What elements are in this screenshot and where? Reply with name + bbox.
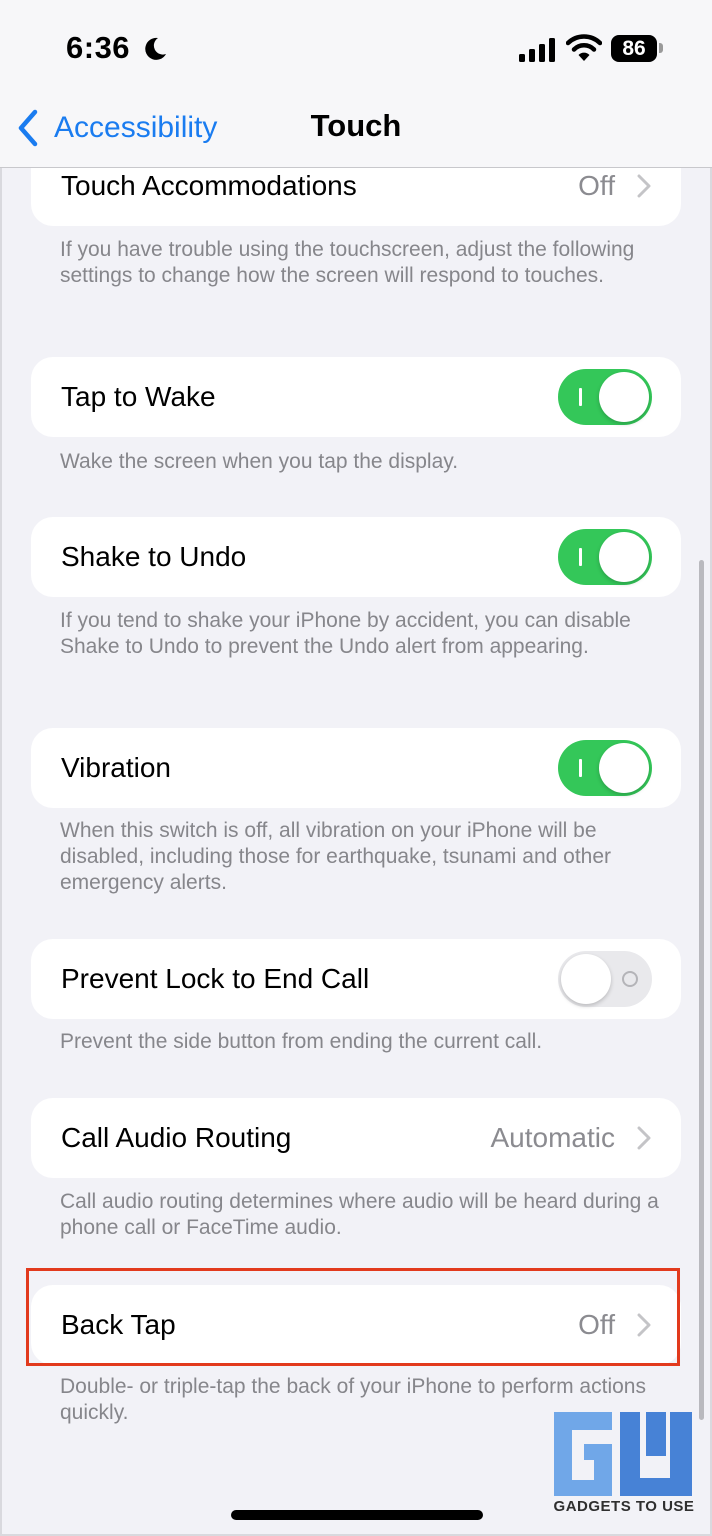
watermark-text: GADGETS TO USE — [553, 1498, 695, 1515]
row-label: Touch Accommodations — [61, 170, 357, 201]
page-title: Touch — [310, 108, 402, 143]
shake-to-undo-toggle[interactable] — [558, 529, 652, 585]
vibration-footer: When this switch is off, all vibration o… — [60, 819, 612, 894]
battery-tip — [659, 43, 663, 53]
cellular-signal-icon — [519, 38, 555, 62]
prevent-lock-footer: Prevent the side button from ending the … — [60, 1030, 543, 1053]
touch-accommodations-footer: If you have trouble using the touchscree… — [60, 238, 635, 287]
chevron-right-icon — [637, 174, 651, 198]
tap-to-wake-footer: Wake the screen when you tap the display… — [60, 450, 459, 473]
highlight-box — [26, 1268, 680, 1366]
battery-icon: 86 — [611, 35, 657, 62]
navigation-header: 6:36 86 Accessibility Touch — [0, 0, 712, 168]
wifi-icon — [566, 34, 602, 61]
shake-to-undo-row: Shake to Undo — [31, 517, 681, 597]
prevent-lock-row: Prevent Lock to End Call — [31, 939, 681, 1019]
vibration-toggle[interactable] — [558, 740, 652, 796]
row-label: Call Audio Routing — [61, 1122, 292, 1153]
tap-to-wake-toggle[interactable] — [558, 369, 652, 425]
chevron-right-icon — [637, 1126, 651, 1150]
scrollbar[interactable] — [699, 560, 704, 1420]
row-value: Off — [578, 170, 615, 201]
shake-to-undo-footer: If you tend to shake your iPhone by acci… — [60, 609, 631, 658]
moon-icon — [145, 37, 166, 60]
prevent-lock-toggle[interactable] — [558, 951, 652, 1007]
call-audio-routing-row[interactable]: Call Audio Routing Automatic — [31, 1098, 681, 1178]
vibration-row: Vibration — [31, 728, 681, 808]
row-value: Automatic — [490, 1122, 616, 1153]
tap-to-wake-row: Tap to Wake — [31, 357, 681, 437]
status-time: 6:36 — [66, 30, 131, 65]
home-indicator[interactable] — [231, 1510, 483, 1520]
call-audio-routing-footer: Call audio routing determines where audi… — [60, 1190, 659, 1239]
